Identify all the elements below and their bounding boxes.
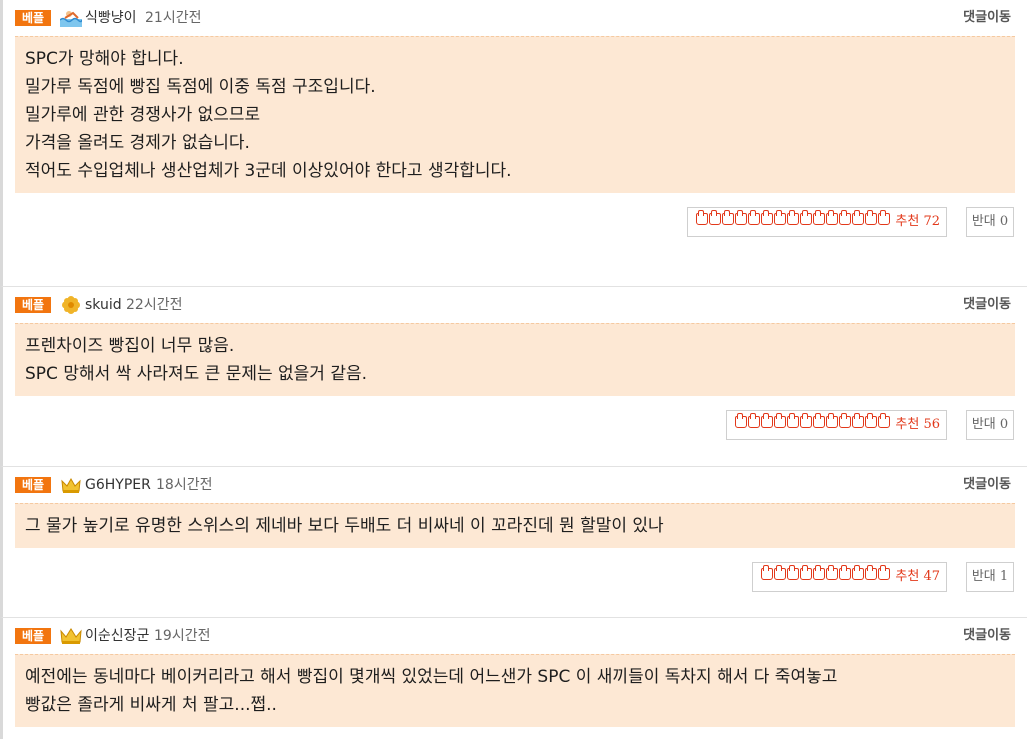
move-to-comment-link[interactable]: 댓글이동 — [963, 10, 1011, 26]
upvote-button[interactable]: 추천 72 — [687, 207, 947, 237]
thumb-mark-icon — [787, 413, 800, 428]
thumb-mark-icon — [813, 565, 826, 580]
crown-icon — [60, 628, 82, 644]
thumb-mark-icon — [761, 413, 774, 428]
comment-body: 프렌차이즈 빵집이 너무 많음. SPC 망해서 싹 사라져도 큰 문제는 없을… — [15, 323, 1015, 396]
thumb-mark-icon — [748, 413, 761, 428]
thumb-mark-icon — [722, 210, 735, 225]
thumbs-up-icon — [761, 565, 891, 582]
comment-footer: 추천 72 반대 0 — [3, 193, 1027, 255]
thumb-mark-icon — [813, 413, 826, 428]
thumb-mark-icon — [774, 413, 787, 428]
comment-line: SPC가 망해야 합니다. — [25, 49, 184, 69]
nickname[interactable]: G6HYPER — [85, 476, 151, 494]
comment-time: 21시간전 — [145, 10, 202, 26]
flower-icon — [62, 296, 80, 314]
comment-body: 그 물가 높기로 유명한 스위스의 제네바 보다 두배도 더 비싸네 이 꼬라진… — [15, 503, 1015, 548]
thumb-mark-icon — [852, 565, 865, 580]
thumb-mark-icon — [735, 413, 748, 428]
comment-body: 예전에는 동네마다 베이커리라고 해서 빵집이 몇개씩 있었는데 어느샌가 SP… — [15, 654, 1015, 727]
thumb-mark-icon — [865, 413, 878, 428]
upvote-label: 추천 56 — [895, 417, 940, 432]
best-badge: 베플 — [15, 297, 52, 313]
thumb-mark-icon — [800, 210, 813, 225]
thumb-mark-icon — [787, 565, 800, 580]
thumb-mark-icon — [852, 413, 865, 428]
thumb-mark-icon — [852, 210, 865, 225]
thumb-mark-icon — [865, 565, 878, 580]
nickname[interactable]: skuid — [85, 296, 122, 314]
comment-item: 베플 식빵냥이 21시간전 댓글이동 SPC가 망해야 합니다. 밀가루 독점에… — [0, 0, 1027, 287]
comment-footer: 추천 56 반대 0 — [3, 396, 1027, 458]
thumb-mark-icon — [826, 210, 839, 225]
comment-header: 베플 G6HYPER 18시간전 댓글이동 — [3, 467, 1027, 503]
thumb-mark-icon — [865, 210, 878, 225]
comment-line: 그 물가 높기로 유명한 스위스의 제네바 보다 두배도 더 비싸네 이 꼬라진… — [25, 516, 664, 536]
comment-time: 22시간전 — [126, 297, 183, 313]
thumb-mark-icon — [774, 565, 787, 580]
downvote-button[interactable]: 반대 0 — [966, 207, 1014, 237]
thumb-mark-icon — [735, 210, 748, 225]
comment-line: 프렌차이즈 빵집이 너무 많음. — [25, 336, 235, 356]
move-to-comment-link[interactable]: 댓글이동 — [963, 628, 1011, 644]
downvote-button[interactable]: 반대 1 — [966, 562, 1014, 592]
comment-line: 밀가루에 관한 경쟁사가 없으므로 — [25, 105, 261, 125]
comment-header: 베플 skuid 22시간전 댓글이동 — [3, 287, 1027, 323]
best-badge: 베플 — [15, 628, 52, 644]
comment-item: 베플 이순신장군 19시간전 댓글이동 예전에는 동네마다 베이커리라고 해서 … — [0, 618, 1027, 739]
comment-footer: 추천 47 반대 1 — [3, 548, 1027, 610]
comment-line: 예전에는 동네마다 베이커리라고 해서 빵집이 몇개씩 있었는데 어느샌가 SP… — [25, 667, 838, 687]
comment-item: 베플 skuid 22시간전 댓글이동 프렌차이즈 빵집이 너무 많음. SPC… — [0, 287, 1027, 467]
thumb-mark-icon — [748, 210, 761, 225]
thumb-mark-icon — [826, 413, 839, 428]
move-to-comment-link[interactable]: 댓글이동 — [963, 477, 1011, 493]
comment-header: 베플 이순신장군 19시간전 댓글이동 — [3, 618, 1027, 654]
best-badge: 베플 — [15, 10, 52, 26]
upvote-label: 추천 72 — [895, 214, 940, 229]
thumb-mark-icon — [761, 565, 774, 580]
move-to-comment-link[interactable]: 댓글이동 — [963, 297, 1011, 313]
comment-line: 빵값은 졸라게 비싸게 처 팔고...쩝.. — [25, 695, 277, 715]
thumb-mark-icon — [696, 210, 709, 225]
thumb-mark-icon — [878, 413, 891, 428]
comment-body: SPC가 망해야 합니다. 밀가루 독점에 빵집 독점에 이중 독점 구조입니다… — [15, 36, 1015, 193]
thumb-mark-icon — [878, 565, 891, 580]
thumb-mark-icon — [813, 210, 826, 225]
thumb-mark-icon — [826, 565, 839, 580]
comment-item: 베플 G6HYPER 18시간전 댓글이동 그 물가 높기로 유명한 스위스의 … — [0, 467, 1027, 618]
nickname[interactable]: 식빵냥이 — [85, 9, 137, 27]
thumbs-up-icon — [735, 413, 891, 430]
thumbs-up-icon — [696, 210, 891, 227]
swimmer-icon — [60, 11, 82, 27]
crown-icon — [61, 477, 81, 493]
thumb-mark-icon — [787, 210, 800, 225]
comment-line: SPC 망해서 싹 사라져도 큰 문제는 없을거 같음. — [25, 364, 368, 384]
thumb-mark-icon — [878, 210, 891, 225]
thumb-mark-icon — [839, 210, 852, 225]
thumb-mark-icon — [774, 210, 787, 225]
thumb-mark-icon — [839, 413, 852, 428]
downvote-button[interactable]: 반대 0 — [966, 410, 1014, 440]
comment-time: 18시간전 — [156, 477, 213, 493]
upvote-button[interactable]: 추천 56 — [726, 410, 947, 440]
thumb-mark-icon — [709, 210, 722, 225]
upvote-label: 추천 47 — [895, 569, 940, 584]
thumb-mark-icon — [839, 565, 852, 580]
nickname[interactable]: 이순신장군 — [85, 627, 149, 645]
comment-time: 19시간전 — [154, 628, 211, 644]
comment-line: 밀가루 독점에 빵집 독점에 이중 독점 구조입니다. — [25, 77, 376, 97]
comment-header: 베플 식빵냥이 21시간전 댓글이동 — [3, 0, 1027, 36]
thumb-mark-icon — [800, 413, 813, 428]
thumb-mark-icon — [800, 565, 813, 580]
comment-line: 가격을 올려도 경제가 없습니다. — [25, 133, 250, 153]
comment-line: 적어도 수입업체나 생산업체가 3군데 이상있어야 한다고 생각합니다. — [25, 161, 512, 181]
thumb-mark-icon — [761, 210, 774, 225]
best-badge: 베플 — [15, 477, 52, 493]
upvote-button[interactable]: 추천 47 — [752, 562, 947, 592]
